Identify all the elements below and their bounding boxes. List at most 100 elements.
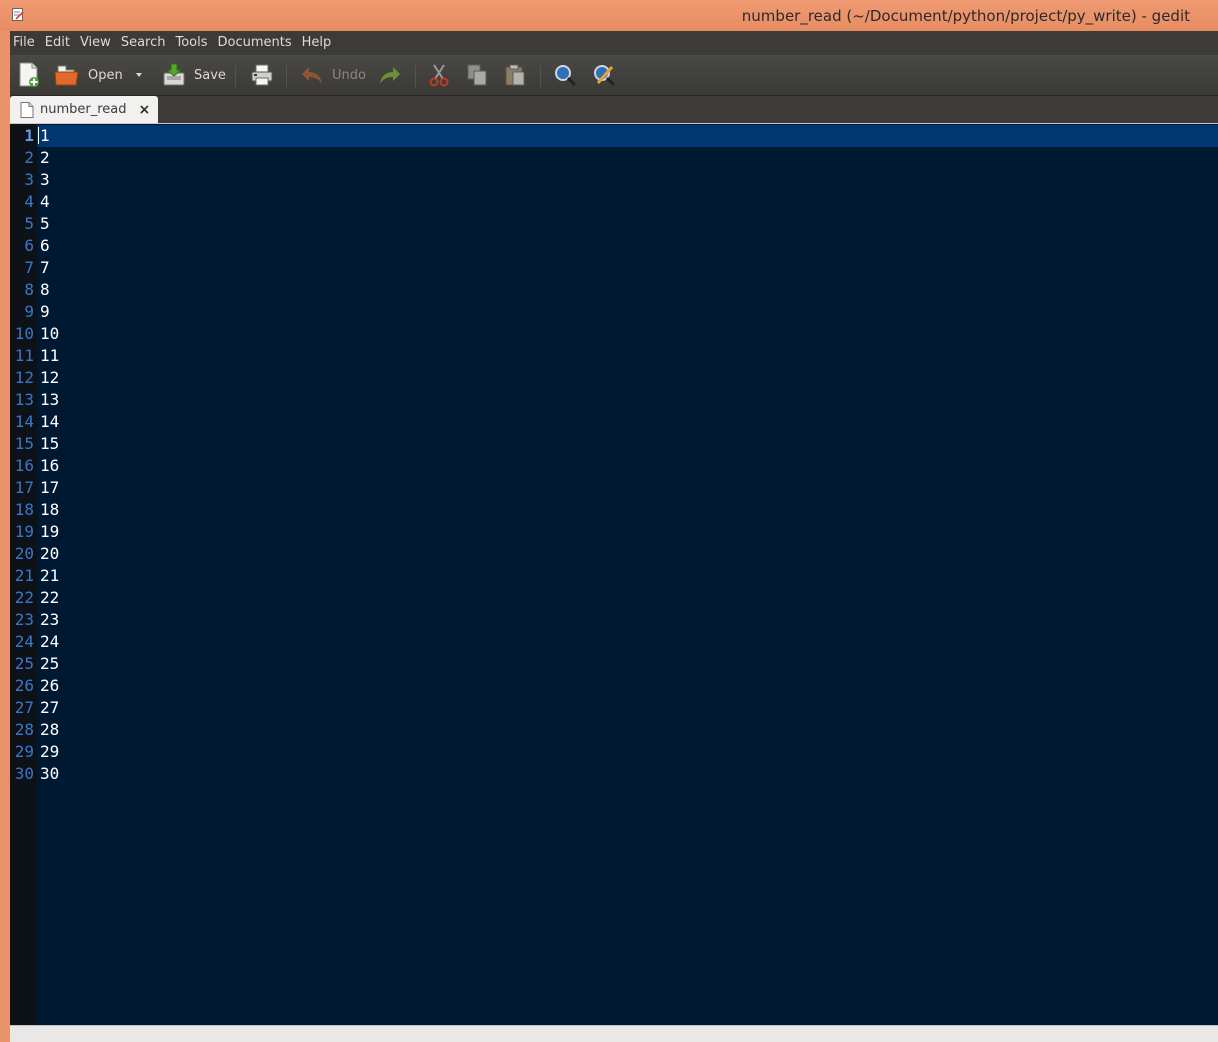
line-number: 3 (24, 170, 34, 189)
line-text: 23 (40, 610, 60, 629)
line-number: 23 (14, 610, 34, 629)
tab-label: number_read (40, 102, 127, 117)
line-text: 7 (40, 258, 50, 277)
line-text: 21 (40, 566, 60, 585)
line-number: 30 (14, 764, 34, 783)
undo-icon (302, 67, 322, 84)
line-number: 15 (14, 434, 34, 453)
menu-tools[interactable]: Tools (170, 31, 212, 55)
text-editor[interactable]: 1 1 2 2 3 3 4 4 5 5 6 6 7 7 8 8 9 9 10 10 11 11 12 12 13 13 14 14 15… (10, 123, 1218, 1026)
redo-icon (380, 67, 400, 84)
line-text: 15 (40, 434, 60, 453)
toolbar-separator (286, 65, 287, 87)
line-number: 26 (14, 676, 34, 695)
line-text: 24 (40, 632, 60, 651)
line-text: 13 (40, 390, 60, 409)
line-text: 10 (40, 324, 60, 343)
line-text: 29 (40, 742, 60, 761)
line-number: 7 (24, 258, 34, 277)
cut-button[interactable] (428, 61, 450, 89)
line-text: 14 (40, 412, 60, 431)
text-document-icon (20, 101, 34, 118)
line-text: 22 (40, 588, 60, 607)
line-text: 25 (40, 654, 60, 673)
replace-button[interactable] (592, 61, 616, 89)
window-title: number_read (~/Document/python/project/p… (741, 7, 1190, 25)
open-dropdown-button[interactable] (135, 61, 143, 89)
toolbar-separator (235, 65, 236, 87)
redo-button[interactable] (378, 61, 402, 89)
gedit-window: File Edit View Search Tools Documents He… (10, 31, 1218, 1042)
save-button[interactable]: Save (162, 61, 226, 89)
line-text: 6 (40, 236, 50, 255)
tab-number-read[interactable]: number_read × (10, 96, 158, 123)
undo-label: Undo (332, 67, 366, 83)
title-bar: number_read (~/Document/python/project/p… (0, 0, 1218, 31)
line-number: 1 (24, 126, 34, 145)
line-text: 16 (40, 456, 60, 475)
line-text: 11 (40, 346, 60, 365)
line-number: 16 (14, 456, 34, 475)
search-button[interactable] (553, 61, 577, 89)
line-number: 9 (24, 302, 34, 321)
line-text: 30 (40, 764, 60, 783)
save-icon (163, 63, 185, 86)
status-bar (10, 1025, 1218, 1042)
line-number: 28 (14, 720, 34, 739)
paste-icon (505, 64, 525, 86)
menu-edit[interactable]: Edit (40, 31, 75, 55)
line-number: 4 (24, 192, 34, 211)
undo-button[interactable]: Undo (300, 61, 366, 89)
line-number: 19 (14, 522, 34, 541)
line-number: 22 (14, 588, 34, 607)
menu-documents[interactable]: Documents (213, 31, 297, 55)
line-number: 18 (14, 500, 34, 519)
line-number: 5 (24, 214, 34, 233)
line-number: 29 (14, 742, 34, 761)
menu-view[interactable]: View (75, 31, 116, 55)
line-number: 20 (14, 544, 34, 563)
line-number: 25 (14, 654, 34, 673)
dropdown-arrow-icon (136, 73, 142, 77)
cut-icon (429, 64, 449, 87)
toolbar: Open Save Undo (10, 55, 1218, 96)
line-number: 14 (14, 412, 34, 431)
copy-icon (467, 64, 487, 86)
toolbar-separator (415, 65, 416, 87)
print-button[interactable] (250, 61, 274, 89)
line-number: 8 (24, 280, 34, 299)
line-text: 28 (40, 720, 60, 739)
copy-button[interactable] (466, 61, 488, 89)
text-cursor (38, 127, 39, 144)
line-text: 9 (40, 302, 50, 321)
line-number: 17 (14, 478, 34, 497)
line-text: 27 (40, 698, 60, 717)
print-icon (251, 64, 273, 86)
menu-search[interactable]: Search (116, 31, 171, 55)
tab-close-icon[interactable]: × (139, 102, 151, 118)
open-button[interactable]: Open (54, 61, 123, 89)
line-text: 20 (40, 544, 60, 563)
line-text: 1 (40, 126, 50, 145)
line-text: 17 (40, 478, 60, 497)
new-button[interactable] (18, 61, 40, 89)
line-text: 26 (40, 676, 60, 695)
line-text: 8 (40, 280, 50, 299)
menu-help[interactable]: Help (297, 31, 337, 55)
line-number: 12 (14, 368, 34, 387)
line-text: 4 (40, 192, 50, 211)
line-number: 2 (24, 148, 34, 167)
line-text: 12 (40, 368, 60, 387)
line-text: 3 (40, 170, 50, 189)
line-number: 10 (14, 324, 34, 343)
open-folder-icon (54, 65, 79, 86)
toolbar-separator (540, 65, 541, 87)
current-line-highlight (37, 125, 1218, 147)
line-text: 19 (40, 522, 60, 541)
line-number: 24 (14, 632, 34, 651)
line-number: 6 (24, 236, 34, 255)
paste-button[interactable] (504, 61, 526, 89)
save-label: Save (194, 67, 226, 83)
gedit-app-icon (12, 8, 24, 21)
menu-file[interactable]: File (10, 31, 40, 55)
